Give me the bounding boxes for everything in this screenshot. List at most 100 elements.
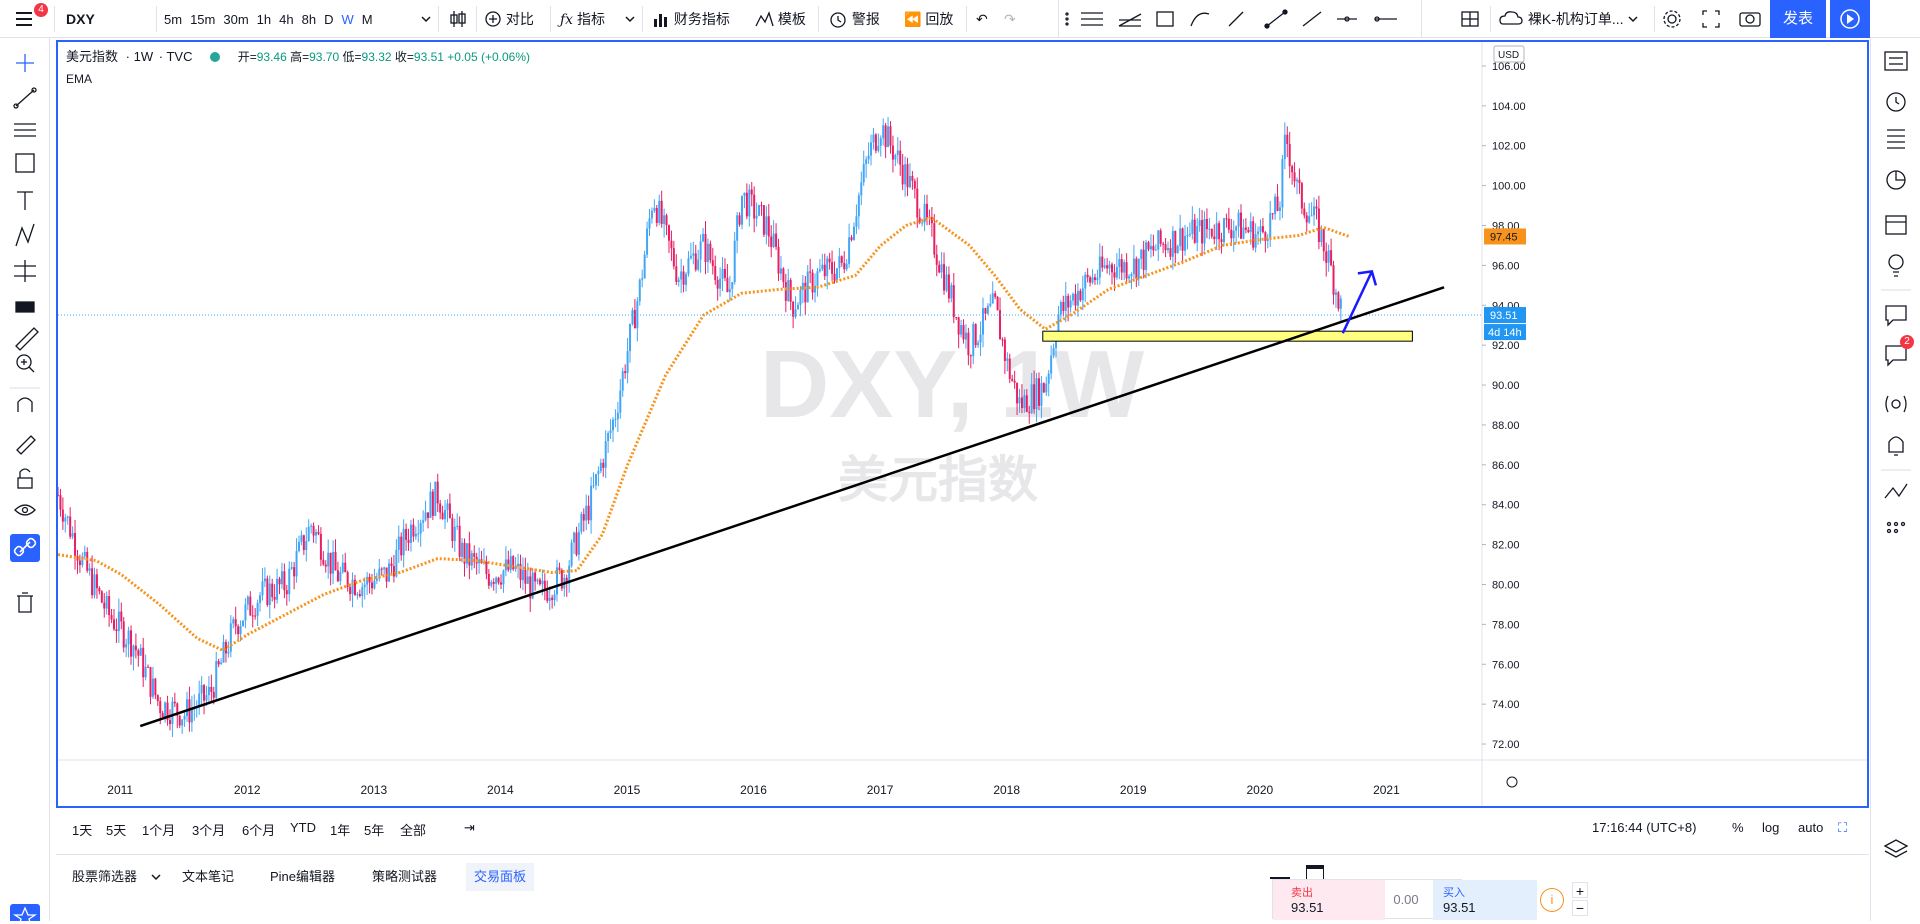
range-8[interactable]: 全部 <box>400 820 426 839</box>
percent-toggle[interactable]: % <box>1732 820 1744 835</box>
log-toggle[interactable]: log <box>1762 820 1779 835</box>
candle-body <box>461 542 464 557</box>
bottom-tab-3[interactable]: 策略测试器 <box>372 863 437 891</box>
templates-button[interactable]: 模板 <box>754 0 806 38</box>
candle-body <box>441 512 444 520</box>
candle-body <box>307 526 310 542</box>
interval-m[interactable]: M <box>358 1 377 39</box>
layout-name-button[interactable]: 裸K-机构订单... <box>1498 0 1639 38</box>
interval-8h[interactable]: 8h <box>298 1 320 39</box>
interval-bar: 5m 15m 30m 1h 4h 8h D W M <box>160 0 377 38</box>
interval-d[interactable]: D <box>320 1 337 39</box>
interval-4h[interactable]: 4h <box>275 1 297 39</box>
chart-canvas[interactable]: 106.00104.00102.00100.0098.0096.0094.009… <box>58 42 1867 806</box>
candle-body <box>327 552 330 567</box>
buy-button[interactable]: 买入 93.51 <box>1433 880 1537 920</box>
indicators-button[interactable]: ƒx 指标 <box>560 0 605 38</box>
bottom-tab-0[interactable]: 股票筛选器 <box>72 863 137 891</box>
replay-button[interactable]: ⏪ 回放 <box>904 0 953 38</box>
replay-play-button[interactable] <box>1830 0 1870 38</box>
qty-increase-button[interactable]: + <box>1572 882 1588 899</box>
interval-w[interactable]: W <box>337 1 357 39</box>
candle-body <box>575 532 578 555</box>
alert-button[interactable]: 警报 <box>828 0 880 38</box>
time-tick-2014: 2014 <box>487 783 514 797</box>
interval-30m[interactable]: 30m <box>219 1 252 39</box>
symbol-search[interactable]: DXY <box>66 0 95 38</box>
interval-1h[interactable]: 1h <box>253 1 275 39</box>
goto-date-button[interactable]: ⇥ <box>464 820 475 836</box>
candle-body <box>597 471 600 475</box>
range-0[interactable]: 1天 <box>72 820 92 839</box>
legend-open: 93.46 <box>256 50 287 64</box>
sell-label: 卖出 <box>1291 887 1313 899</box>
candle-body <box>344 562 347 573</box>
candle-body <box>743 192 746 196</box>
candle-body <box>906 164 909 188</box>
candle-body <box>137 650 140 656</box>
compare-button[interactable]: 对比 <box>484 0 534 38</box>
candle-body <box>667 225 670 241</box>
auto-toggle[interactable]: auto <box>1798 820 1823 835</box>
bottom-tab-2[interactable]: Pine编辑器 <box>270 863 335 891</box>
candle-body <box>332 552 335 574</box>
candle-body <box>1225 218 1228 220</box>
time-tick-2019: 2019 <box>1120 783 1147 797</box>
interval-5m[interactable]: 5m <box>160 1 186 39</box>
candle-body <box>1296 179 1299 182</box>
candle-body <box>838 256 841 269</box>
candle-body <box>263 578 266 582</box>
candle-body <box>203 685 206 701</box>
candle-body <box>91 568 94 596</box>
range-1[interactable]: 5天 <box>106 820 126 839</box>
candle-body <box>1252 221 1255 248</box>
publish-button[interactable]: 发表 <box>1770 0 1826 38</box>
alert-label: 警报 <box>851 11 880 27</box>
candle-body <box>310 525 313 527</box>
settings-button[interactable] <box>1660 0 1684 38</box>
floating-drawing-toolbar <box>1058 0 1422 38</box>
auto-fit-button[interactable]: ⛶ <box>1838 820 1847 836</box>
candle-body <box>582 514 585 521</box>
candle-body <box>1120 259 1123 273</box>
qty-decrease-button[interactable]: − <box>1572 900 1588 916</box>
candle-body <box>390 563 393 566</box>
interval-15m[interactable]: 15m <box>186 1 219 39</box>
symbol-legend[interactable]: 美元指数 · 1W · TVC 开=93.46 高=93.70 低=93.32 … <box>66 46 530 65</box>
candle-body <box>1230 229 1233 239</box>
info-icon[interactable]: i <box>1540 888 1564 912</box>
chart-type-button[interactable] <box>448 0 468 38</box>
undo-button[interactable]: ↶ <box>976 0 988 38</box>
snapshot-button[interactable] <box>1738 0 1762 38</box>
range-6[interactable]: 1年 <box>330 820 350 839</box>
range-5[interactable]: YTD <box>290 820 316 835</box>
fullscreen-button[interactable] <box>1700 0 1722 38</box>
candle-body <box>1303 208 1306 216</box>
candle-body <box>149 667 152 697</box>
range-3[interactable]: 3个月 <box>192 820 225 839</box>
menu-button[interactable]: 4 <box>14 0 48 38</box>
screener-dropdown[interactable] <box>150 863 162 891</box>
range-4[interactable]: 6个月 <box>242 820 275 839</box>
candle-body <box>650 210 653 219</box>
candle-body <box>473 553 476 557</box>
bottom-tab-4[interactable]: 交易面板 <box>466 863 535 891</box>
range-7[interactable]: 5年 <box>364 820 384 839</box>
candle-body <box>373 580 376 589</box>
bottom-tab-1[interactable]: 文本笔记 <box>182 863 234 891</box>
interval-dropdown[interactable] <box>420 0 432 38</box>
indicators-dropdown[interactable] <box>624 0 636 38</box>
candle-body <box>220 662 223 665</box>
sell-button[interactable]: 卖出 93.51 <box>1273 880 1385 920</box>
candle-body <box>877 145 880 151</box>
candle-body <box>989 303 992 306</box>
candle-body <box>222 641 225 663</box>
range-2[interactable]: 1个月 <box>142 820 175 839</box>
redo-button[interactable]: ↷ <box>1004 0 1016 38</box>
financials-button[interactable]: 财务指标 <box>652 0 730 38</box>
ema-legend[interactable]: EMA <box>66 72 92 86</box>
candle-body <box>702 233 705 242</box>
candle-body <box>190 708 193 723</box>
layout-grid-button[interactable] <box>1460 0 1480 38</box>
clock[interactable]: 17:16:44 (UTC+8) <box>1592 820 1696 835</box>
